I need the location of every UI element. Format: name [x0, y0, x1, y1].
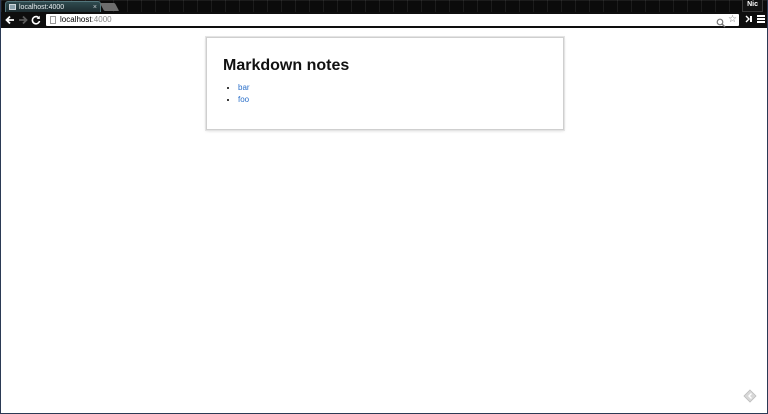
profile-button[interactable]: Nic [742, 0, 763, 12]
new-tab-button[interactable] [99, 3, 120, 11]
list-item: bar [238, 82, 547, 94]
tab-title: localhost:4000 [19, 3, 65, 11]
back-arrow-icon[interactable] [3, 13, 16, 27]
tab-localhost[interactable]: localhost:4000 × [5, 1, 101, 12]
forward-arrow-icon[interactable] [16, 13, 29, 27]
extension-icon[interactable] [744, 12, 754, 26]
notes-list: bar foo [223, 82, 547, 106]
diamond-arrow-icon[interactable] [743, 389, 757, 403]
browser-window: localhost:4000 × Nic localhost:4000 ☆ M… [0, 0, 768, 414]
tab-close-icon[interactable]: × [93, 3, 97, 12]
hamburger-menu-icon[interactable] [757, 15, 765, 23]
page-title: Markdown notes [223, 57, 350, 74]
list-item: foo [238, 94, 547, 106]
url-port: :4000 [91, 15, 112, 24]
address-bar[interactable]: localhost:4000 ☆ [46, 14, 739, 28]
note-link-foo[interactable]: foo [238, 95, 249, 104]
reload-icon[interactable] [29, 13, 42, 27]
magnifier-icon[interactable] [716, 15, 726, 28]
notes-card: Markdown notes bar foo [206, 37, 564, 130]
note-link-bar[interactable]: bar [238, 83, 250, 92]
tab-strip: localhost:4000 × Nic [1, 0, 767, 12]
url-host: localhost [60, 15, 92, 24]
page-favicon-icon [9, 4, 16, 10]
page-viewport: Markdown notes bar foo [1, 28, 767, 413]
page-icon [50, 16, 56, 24]
browser-toolbar: localhost:4000 ☆ [1, 12, 767, 28]
star-icon[interactable]: ☆ [728, 14, 737, 26]
